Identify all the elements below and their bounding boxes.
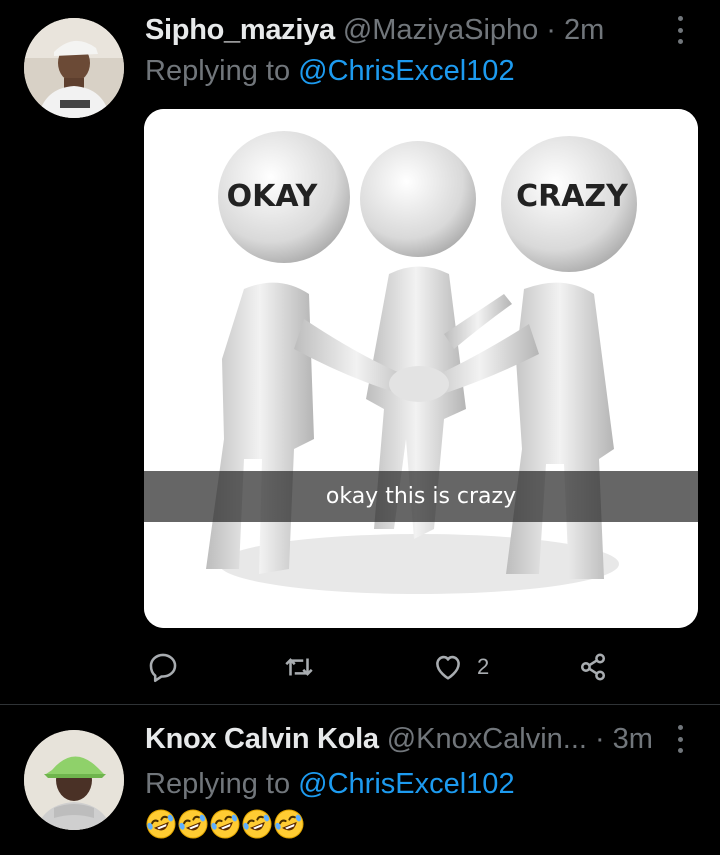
reply-icon — [149, 653, 177, 683]
replying-to: Replying to @ChrisExcel102 — [145, 55, 515, 88]
figure-label-okay: OKAY — [227, 179, 319, 214]
rofl-emoji-icon — [178, 809, 208, 839]
more-icon[interactable] — [670, 16, 690, 44]
tweet-header: Knox Calvin Kola @KnoxCalvin... · 3m — [145, 721, 690, 757]
author-handle[interactable]: @KnoxCalvin... — [387, 723, 587, 756]
like-icon — [436, 655, 460, 680]
replying-to-label: Replying to — [145, 55, 291, 87]
tweet-text-emojis — [145, 808, 305, 840]
rofl-emoji-icon — [274, 809, 304, 839]
rofl-emoji-icon — [146, 809, 176, 839]
timestamp[interactable]: 3m — [613, 723, 653, 756]
rofl-emoji-icon — [242, 809, 272, 839]
author-name[interactable]: Knox Calvin Kola — [145, 723, 379, 756]
avatar[interactable] — [24, 18, 124, 118]
caption-bar: okay this is crazy — [144, 471, 698, 522]
author-name[interactable]: Sipho_maziya — [145, 14, 335, 47]
replying-to-label: Replying to — [145, 768, 291, 800]
tweet-header: Sipho_maziya @MaziyaSipho · 2m — [145, 12, 690, 48]
share-icon — [580, 653, 606, 681]
tweet[interactable]: Sipho_maziya @MaziyaSipho · 2m Replying … — [0, 0, 720, 704]
author-handle[interactable]: @MaziyaSipho — [343, 14, 538, 47]
timestamp[interactable]: 2m — [564, 14, 604, 47]
tweet-image[interactable]: OKAY CRAZY okay this is crazy — [144, 109, 698, 628]
figure-label-crazy: CRAZY — [516, 179, 629, 214]
replying-to: Replying to @ChrisExcel102 — [145, 768, 515, 801]
rofl-emoji-icon — [210, 809, 240, 839]
image-caption: okay this is crazy — [325, 484, 517, 509]
tweet-actions: 2 — [144, 647, 624, 687]
tweet[interactable]: Knox Calvin Kola @KnoxCalvin... · 3m Rep… — [0, 705, 720, 855]
separator-dot: · — [594, 722, 605, 755]
reply-mention-link[interactable]: @ChrisExcel102 — [298, 768, 514, 800]
meme-figures-illustration: OKAY CRAZY — [144, 109, 698, 628]
reply-button[interactable] — [146, 647, 180, 687]
avatar[interactable] — [24, 730, 124, 830]
share-button[interactable] — [576, 647, 610, 687]
like-button[interactable]: 2 — [431, 647, 489, 687]
like-count: 2 — [477, 654, 490, 679]
more-icon[interactable] — [670, 725, 690, 753]
retweet-icon — [285, 658, 313, 676]
separator-dot: · — [546, 13, 556, 46]
reply-mention-link[interactable]: @ChrisExcel102 — [298, 55, 514, 87]
retweet-button[interactable] — [282, 647, 316, 687]
